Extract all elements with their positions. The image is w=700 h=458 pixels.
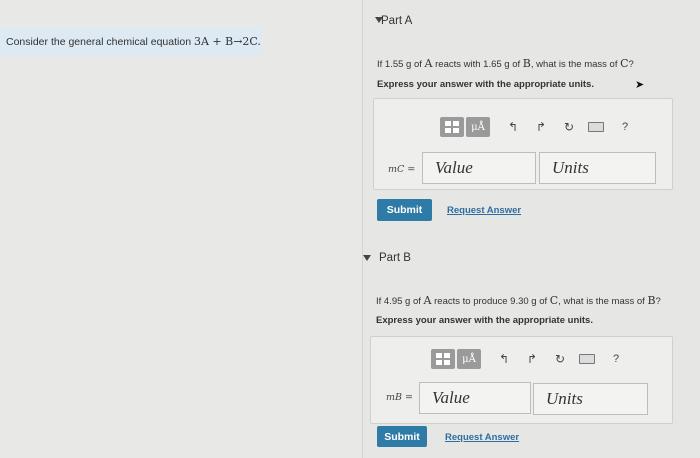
part-b-value-input[interactable]: Value	[419, 382, 531, 414]
part-b-submit-button[interactable]: Submit	[377, 426, 427, 447]
main-panel: Part A If 1.55 g of A reacts with 1.65 g…	[363, 0, 700, 458]
part-b-units-input[interactable]: Units	[533, 383, 648, 415]
left-panel: Consider the general chemical equation 3…	[0, 0, 362, 458]
part-a-submit-button[interactable]: Submit	[377, 199, 432, 221]
units-symbol-button[interactable]: μÅ	[457, 349, 481, 369]
context-text: Consider the general chemical equation	[6, 36, 194, 48]
part-b-title[interactable]: Part B	[379, 252, 411, 264]
part-a-instruction: Express your answer with the appropriate…	[377, 79, 594, 90]
part-a-toolbar: μÅ ↰ ↱ ↻ ?	[440, 117, 632, 137]
templates-button[interactable]	[440, 117, 464, 137]
keyboard-icon[interactable]	[588, 122, 604, 132]
undo-icon[interactable]: ↰	[506, 120, 520, 134]
part-b-question: If 4.95 g of A reacts to produce 9.30 g …	[376, 294, 661, 307]
undo-icon[interactable]: ↰	[497, 352, 511, 366]
mouse-cursor-icon: ➤	[635, 79, 645, 91]
problem-context: Consider the general chemical equation 3…	[0, 28, 262, 56]
part-a-value-input[interactable]: Value	[422, 152, 536, 184]
redo-icon[interactable]: ↱	[525, 352, 539, 366]
part-b-toolbar: μÅ ↰ ↱ ↻ ?	[431, 349, 623, 369]
part-b-variable-label: mB =	[386, 392, 413, 403]
context-equation: 3A + B→2C.	[193, 35, 261, 48]
part-a-units-input[interactable]: Units	[539, 152, 656, 184]
templates-icon	[436, 353, 450, 365]
redo-icon[interactable]: ↱	[534, 120, 548, 134]
part-a-question: If 1.55 g of A reacts with 1.65 g of B, …	[377, 57, 634, 70]
reset-icon[interactable]: ↻	[562, 120, 576, 134]
collapse-part-b-icon[interactable]	[363, 255, 371, 261]
templates-icon	[445, 121, 459, 133]
part-a-variable-label: mC =	[388, 164, 416, 175]
keyboard-icon[interactable]	[579, 354, 595, 364]
part-a-request-answer-link[interactable]: Request Answer	[447, 205, 521, 216]
help-icon[interactable]: ?	[618, 121, 632, 133]
part-a-title[interactable]: Part A	[381, 15, 412, 27]
reset-icon[interactable]: ↻	[553, 352, 567, 366]
units-symbol-button[interactable]: μÅ	[466, 117, 490, 137]
part-b-request-answer-link[interactable]: Request Answer	[445, 432, 519, 443]
part-b-instruction: Express your answer with the appropriate…	[376, 315, 593, 326]
help-icon[interactable]: ?	[609, 353, 623, 365]
templates-button[interactable]	[431, 349, 455, 369]
